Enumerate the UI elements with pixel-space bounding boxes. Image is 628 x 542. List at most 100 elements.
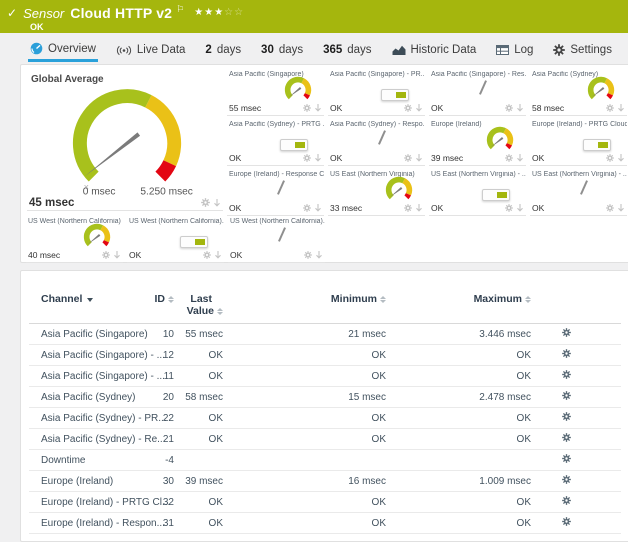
wrench-gear-icon[interactable] (562, 370, 571, 379)
gear-icon[interactable] (304, 251, 312, 259)
star-empty-icon[interactable]: ☆ (234, 7, 243, 18)
channel-panel[interactable]: Europe (Ireland) - PRTG Cloud...OK (530, 119, 627, 166)
star-filled-icon[interactable]: ★ (214, 7, 223, 18)
gear-icon[interactable] (404, 204, 412, 212)
gear-icon[interactable] (303, 104, 311, 112)
pin-icon[interactable] (314, 153, 322, 162)
channel-panel[interactable]: US East (Northern Virginia)33 msec (328, 169, 425, 216)
channel-panel[interactable]: US West (Northern California)...OK (127, 216, 224, 263)
cell-maximum: OK (386, 518, 531, 529)
header-channel[interactable]: Channel (41, 293, 153, 305)
pin-icon[interactable] (214, 250, 222, 259)
pin-icon[interactable] (516, 203, 524, 212)
pin-icon[interactable] (617, 203, 625, 212)
channel-panel[interactable]: US West (Northern California)...OK (228, 216, 325, 263)
tab-historic-data[interactable]: Historic Data (390, 40, 479, 62)
cell-last-value: OK (174, 371, 223, 382)
star-filled-icon[interactable]: ★ (194, 7, 203, 18)
gear-icon[interactable] (606, 154, 614, 162)
cell-channel[interactable]: Asia Pacific (Sydney) (41, 392, 153, 403)
pin-icon[interactable] (113, 250, 121, 259)
header-maximum[interactable]: Maximum (386, 293, 531, 305)
panel-title: Europe (Ireland) - Response C... (229, 171, 324, 178)
wrench-gear-icon[interactable] (562, 475, 571, 484)
channel-panel[interactable]: Asia Pacific (Singapore)55 msec (227, 69, 324, 116)
pin-icon[interactable] (617, 103, 625, 112)
tab-live-data[interactable]: Live Data (114, 40, 188, 62)
tab-label: Log (514, 44, 533, 56)
channel-panel[interactable]: US East (Northern Virginia) - ...OK (530, 169, 627, 216)
cell-channel[interactable]: Asia Pacific (Singapore) (41, 329, 153, 340)
priority-stars[interactable]: ★★★☆☆ (194, 7, 243, 18)
pin-icon[interactable] (314, 203, 322, 212)
tab-30-days[interactable]: 30days (259, 40, 305, 62)
channel-panel[interactable]: Asia Pacific (Singapore) - PR...OK (328, 69, 425, 116)
tab-overview[interactable]: Overview (28, 40, 98, 62)
pin-icon[interactable] (516, 103, 524, 112)
tab-label: Historic Data (411, 44, 477, 56)
pin-icon[interactable] (617, 153, 625, 162)
channel-panel[interactable]: US East (Northern Virginia) - ...OK (429, 169, 526, 216)
wrench-gear-icon[interactable] (562, 496, 571, 505)
panel-title: US East (Northern Virginia) - ... (532, 171, 627, 178)
channel-panel[interactable]: Europe (Ireland)39 msec (429, 119, 526, 166)
tab-365-days[interactable]: 365days (321, 40, 373, 62)
channel-panel[interactable]: Asia Pacific (Singapore) - Res...OK (429, 69, 526, 116)
pin-icon[interactable] (415, 203, 423, 212)
gear-icon[interactable] (203, 251, 211, 259)
gear-icon[interactable] (303, 154, 311, 162)
gear-icon[interactable] (505, 104, 513, 112)
cell-channel[interactable]: Asia Pacific (Sydney) - Re... (41, 434, 153, 445)
tab-settings[interactable]: Settings (551, 40, 614, 62)
pin-icon[interactable] (315, 250, 323, 259)
pin-icon[interactable] (213, 198, 221, 207)
wrench-gear-icon[interactable] (562, 517, 571, 526)
channel-panel[interactable]: Asia Pacific (Sydney)58 msec (530, 69, 627, 116)
header-minimum[interactable]: Minimum (223, 293, 386, 305)
star-empty-icon[interactable]: ☆ (224, 7, 233, 18)
wrench-gear-icon[interactable] (562, 412, 571, 421)
gear-icon[interactable] (404, 104, 412, 112)
channel-panel[interactable]: Europe (Ireland) - Response C...OK (227, 169, 324, 216)
panel-title: US East (Northern Virginia) - ... (431, 171, 526, 178)
gear-icon[interactable] (201, 198, 210, 207)
gear-icon[interactable] (102, 251, 110, 259)
cell-channel[interactable]: Europe (Ireland) - PRTG Cl... (41, 497, 153, 508)
status-needle (583, 180, 585, 195)
cell-channel[interactable]: Europe (Ireland) - Respon... (41, 518, 153, 529)
tab-log[interactable]: Log (494, 40, 535, 62)
flag-icon: ⚐ (176, 5, 184, 15)
channel-table-body: Asia Pacific (Singapore)1055 msec21 msec… (21, 324, 628, 534)
gear-icon[interactable] (303, 204, 311, 212)
wrench-gear-icon[interactable] (562, 328, 571, 337)
header-id[interactable]: ID (153, 293, 174, 305)
global-average-panel[interactable]: Global Average ✕ 0 msec 5.250 msec 45 ms… (27, 69, 223, 211)
pin-icon[interactable] (516, 153, 524, 162)
gear-icon[interactable] (404, 154, 412, 162)
wrench-gear-icon[interactable] (562, 391, 571, 400)
star-filled-icon[interactable]: ★ (204, 7, 213, 18)
channel-panel[interactable]: Asia Pacific (Sydney) - PRTG ...OK (227, 119, 324, 166)
panel-value: 39 msec (431, 153, 463, 163)
tab-2-days[interactable]: 2days (203, 40, 243, 62)
cell-channel[interactable]: Asia Pacific (Singapore) - ... (41, 371, 153, 382)
cell-channel[interactable]: Downtime (41, 455, 153, 466)
cell-maximum: OK (386, 497, 531, 508)
gear-icon[interactable] (606, 204, 614, 212)
wrench-gear-icon[interactable] (562, 433, 571, 442)
channel-panel[interactable]: US West (Northern California)40 msec (26, 216, 123, 263)
gear-icon[interactable] (505, 154, 513, 162)
cell-channel[interactable]: Asia Pacific (Sydney) - PR... (41, 413, 153, 424)
pin-icon[interactable] (415, 103, 423, 112)
gear-icon[interactable] (606, 104, 614, 112)
pin-icon[interactable] (415, 153, 423, 162)
header-last-value[interactable]: Last Value (174, 293, 223, 317)
cell-channel[interactable]: Asia Pacific (Singapore) - ... (41, 350, 153, 361)
wrench-gear-icon[interactable] (562, 454, 571, 463)
wrench-gear-icon[interactable] (562, 349, 571, 358)
cell-channel[interactable]: Europe (Ireland) (41, 476, 153, 487)
table-row: Asia Pacific (Sydney) - PR...22OKOKOK (29, 408, 621, 429)
pin-icon[interactable] (314, 103, 322, 112)
gear-icon[interactable] (505, 204, 513, 212)
channel-panel[interactable]: Asia Pacific (Sydney) - Respo...OK (328, 119, 425, 166)
